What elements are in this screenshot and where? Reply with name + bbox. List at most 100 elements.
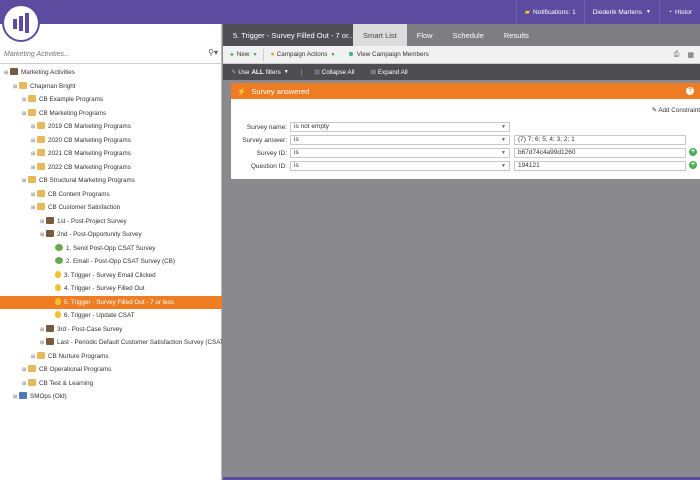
tree-item[interactable]: 5. Trigger - Survey Filled Out - 7 or le… (0, 295, 222, 309)
folder-icon (28, 365, 36, 372)
tab-bar: 5. Trigger - Survey Filled Out - 7 or...… (223, 24, 700, 46)
constraint-value-field[interactable]: 194121 (514, 161, 686, 171)
history-button[interactable]: ◔ Histor (658, 0, 700, 24)
smart-list-filter-bar: ✎ Use ALL filters ▼ | ⊟ Collapse All ⊞ E… (223, 64, 700, 80)
tree-item-label: 5. Trigger - Survey Filled Out - 7 or le… (64, 298, 174, 306)
tree-item[interactable]: ⊞ 2019 CB Marketing Programs (0, 120, 222, 134)
chevron-down-icon: ▼ (283, 69, 289, 75)
constraint-operator-select[interactable]: is not empty ▼ (290, 122, 510, 132)
constraint-label: Survey answer: (242, 137, 287, 144)
tree-item-label: 2019 CB Marketing Programs (48, 123, 131, 130)
tab-campaign-name[interactable]: 5. Trigger - Survey Filled Out - 7 or... (223, 24, 353, 46)
tab-flow[interactable]: Flow (407, 24, 443, 46)
grid-icon[interactable]: ▦ (687, 51, 694, 59)
tree-item[interactable]: ⊞ Chapman Bright (0, 80, 222, 94)
view-campaign-members-button[interactable]: ☻ View Campaign Members (341, 51, 434, 58)
filterbar-separator: | (300, 68, 303, 76)
tree-item[interactable]: ⊞ Marketing Activities (0, 66, 222, 80)
trigger-campaign-icon (55, 297, 61, 305)
survey-answered-filter: ⚡ Survey answered ? ✎ Add Constraint Sur… (231, 83, 700, 179)
tree-item-label: CB Operational Programs (39, 366, 112, 373)
constraint-value-field[interactable]: b67d74c4a99d1260 (514, 148, 686, 158)
tree-item[interactable]: ⊞ CB Example Programs (0, 93, 222, 107)
history-icon: ◔ (667, 8, 673, 16)
operator-value: is (294, 162, 299, 169)
tree-search-input[interactable] (4, 46, 194, 62)
print-icon[interactable]: ⎙ (674, 51, 680, 59)
tree-item-label: 4. Trigger - Survey Filled Out (64, 285, 145, 292)
chevron-down-icon: ▼ (501, 137, 506, 143)
collapse-all-label: Collapse All (321, 68, 355, 76)
notifications-button[interactable]: ▰ Notifications: 1 (515, 0, 584, 24)
tree-item[interactable]: ⊞ 2021 CB Marketing Programs (0, 147, 222, 161)
tree-item[interactable]: 1. Send Post-Opp CSAT Survey (0, 242, 222, 256)
new-button[interactable]: ✦ New ▼ (223, 51, 263, 59)
use-all-filters-dropdown[interactable]: ✎ Use ALL filters ▼ (223, 69, 297, 76)
tree-search-row: ⚲▾ (0, 44, 222, 64)
tree-item[interactable]: ⊞ CB Test & Learning (0, 377, 222, 391)
tree-item[interactable]: ⊞ 1st - Post-Project Survey (0, 215, 222, 229)
folder-icon (37, 203, 45, 210)
collapse-icon: ⊟ (314, 68, 320, 76)
notifications-label: Notifications: 1 (533, 8, 576, 16)
user-menu-button[interactable]: Diederik Martens ▼ (583, 0, 659, 24)
folder-icon (37, 189, 45, 197)
tree-item-label: Chapman Bright (30, 82, 76, 90)
filter-header[interactable]: ⚡ Survey answered ? (231, 83, 700, 99)
tree-item[interactable]: ⊞ Last - Periodic Default Customer Satisf… (0, 336, 222, 350)
constraint-operator-select[interactable]: is ▼ (290, 161, 510, 171)
constraint-operator-select[interactable]: is ▼ (290, 135, 510, 145)
tree-item[interactable]: ⊞ CB Operational Programs (0, 363, 222, 377)
tree-item[interactable]: 6. Trigger - Update CSAT (0, 309, 222, 323)
constraint-operator-select[interactable]: is ▼ (290, 148, 510, 158)
tree-item[interactable]: ⊞ CB Structural Marketing Programs (0, 174, 222, 188)
tab-smart-list[interactable]: Smart List (353, 24, 407, 46)
folder-icon (37, 162, 45, 170)
folder-icon (28, 176, 36, 183)
program-icon (46, 338, 54, 345)
constraint-value-field[interactable]: (7) 7; 6; 5; 4; 3; 2; 1 (514, 135, 686, 145)
new-icon: ✦ (229, 51, 235, 59)
tree-item[interactable]: 3. Trigger - Survey Email Clicked (0, 269, 222, 283)
tree-item-label: CB Nurture Programs (48, 352, 109, 360)
chevron-down-icon: ▼ (501, 124, 506, 130)
folder-icon (19, 392, 27, 399)
tree-tools-icon[interactable]: ⚲▾ (208, 48, 218, 57)
constraint-row: Question ID: is ▼ 194121 + (231, 161, 700, 172)
add-value-icon[interactable]: + (689, 161, 697, 169)
trigger-campaign-icon (55, 270, 61, 278)
tree-item[interactable]: ⊞ 2nd - Post-Opportunity Survey (0, 228, 222, 242)
tree-item[interactable]: 2. Email - Post-Opp CSAT Survey (CB) (0, 255, 222, 269)
tree-item[interactable]: ⊞ 3rd - Post-Case Survey (0, 323, 222, 337)
expand-all-button[interactable]: ⊞ Expand All (363, 69, 416, 76)
tree-item[interactable]: ⊞ CB Nurture Programs (0, 350, 222, 364)
tree-item[interactable]: ⊞ 2022 CB Marketing Programs (0, 161, 222, 175)
tree-item[interactable]: ⊞ CB Customer Satisfaction (0, 201, 222, 215)
tree-item[interactable]: ⊞ 2020 CB Marketing Programs (0, 134, 222, 148)
tree-item[interactable]: 4. Trigger - Survey Filled Out (0, 282, 222, 296)
tree-item[interactable]: ⊞ CB Marketing Programs (0, 107, 222, 121)
tab-results[interactable]: Results (494, 24, 539, 46)
chevron-down-icon: ▼ (501, 150, 506, 156)
collapse-all-button[interactable]: ⊟ Collapse All (306, 69, 362, 76)
folder-icon (37, 149, 45, 156)
tree-item-label: 1. Send Post-Opp CSAT Survey (66, 244, 156, 252)
tree-item-label: 2020 CB Marketing Programs (48, 136, 131, 144)
notification-icon: ▰ (524, 9, 531, 16)
tree-item-label: 3. Trigger - Survey Email Clicked (64, 271, 156, 279)
left-tree-panel: ⚲▾ ⊞Marketing Activities⊞Chapman Bright⊞… (0, 24, 222, 480)
add-constraint-button[interactable]: ✎ Add Constraint (652, 107, 700, 114)
tree-item[interactable]: ⊞ SMOps (Old) (0, 390, 222, 404)
add-value-icon[interactable]: + (689, 148, 697, 156)
tree-item-label: CB Structural Marketing Programs (39, 177, 135, 184)
marketo-logo[interactable] (4, 6, 38, 40)
constraint-row: Survey name: is not empty ▼ (231, 122, 700, 133)
tree-item-label: Last - Periodic Default Customer Satisfa… (57, 339, 222, 346)
tree-item[interactable]: ⊞ CB Content Programs (0, 188, 222, 202)
tree-item-label: CB Example Programs (39, 96, 104, 103)
folder-icon (28, 378, 36, 386)
help-icon[interactable]: ? (686, 87, 694, 95)
tab-schedule[interactable]: Schedule (443, 24, 494, 46)
campaign-actions-button[interactable]: ● Campaign Actions ▼ (264, 51, 341, 58)
tree-item-label: 1st - Post-Project Survey (57, 217, 127, 225)
